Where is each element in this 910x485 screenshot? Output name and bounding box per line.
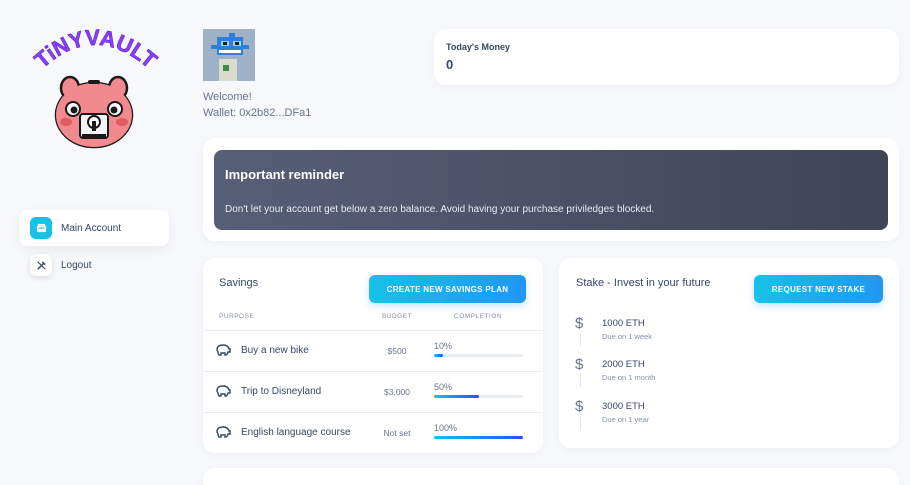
row-completion: 50% <box>434 382 453 392</box>
welcome-block: Welcome! Wallet: 0x2b82...DFa1 <box>203 89 311 121</box>
reminder-text: Don't let your account get below a zero … <box>225 204 655 215</box>
todays-money-label: Today's Money <box>446 42 510 52</box>
tools-icon <box>30 254 52 276</box>
progress-fill <box>434 354 443 357</box>
sidebar-item-label: Main Account <box>61 222 122 234</box>
progress-track <box>434 395 523 398</box>
wallet-icon <box>30 217 52 239</box>
row-budget: Not set <box>383 428 411 438</box>
piggy-bank-icon <box>216 344 231 356</box>
stake-amount: 2000 ETH <box>602 359 645 370</box>
reminder-title: Important reminder <box>225 167 345 182</box>
todays-money-value: 0 <box>446 57 454 72</box>
pixel-avatar-image <box>203 29 255 81</box>
progress-track <box>434 354 523 357</box>
bottom-card <box>203 468 899 485</box>
stake-item[interactable]: $ 3000 ETH Due on 1 year <box>575 398 775 438</box>
timeline-line <box>580 333 581 346</box>
piggy-bank-icon <box>216 426 231 438</box>
create-savings-plan-button[interactable]: CREATE NEW SAVINGS PLAN <box>369 275 526 303</box>
request-new-stake-button[interactable]: REQUEST NEW STAKE <box>754 275 883 303</box>
dollar-icon: $ <box>575 356 584 373</box>
wallet-address: Wallet: 0x2b82...DFa1 <box>203 107 312 119</box>
table-row[interactable]: Trip to Disneyland $3,000 50% <box>203 371 543 412</box>
stake-title: Stake - Invest in your future <box>576 277 711 289</box>
row-budget: $500 <box>387 346 407 356</box>
sidebar: TiNYVAULT Main Account Logout <box>0 0 190 485</box>
savings-title: Savings <box>219 277 259 289</box>
sidebar-item-main-account[interactable]: Main Account <box>19 210 169 246</box>
stake-item[interactable]: $ 1000 ETH Due on 1 week <box>575 315 775 355</box>
stake-amount: 1000 ETH <box>602 318 645 329</box>
column-header-completion: COMPLETION <box>454 313 502 320</box>
todays-money-card: Today's Money 0 <box>434 29 899 85</box>
row-purpose: Buy a new bike <box>241 345 309 356</box>
avatar[interactable] <box>203 29 255 81</box>
stake-item[interactable]: $ 2000 ETH Due on 1 month <box>575 356 775 396</box>
welcome-text: Welcome! <box>203 91 252 103</box>
row-budget: $3,000 <box>384 387 410 397</box>
timeline-line <box>580 416 581 429</box>
stake-due: Due on 1 month <box>602 373 656 382</box>
row-completion: 10% <box>434 341 453 351</box>
progress-fill <box>434 436 523 439</box>
reminder-card: Important reminder Don't let your accoun… <box>203 138 899 241</box>
column-header-budget: BUDGET <box>381 313 413 320</box>
tinyvault-logo[interactable]: TiNYVAULT <box>22 22 167 152</box>
row-purpose: Trip to Disneyland <box>241 386 322 397</box>
stake-due: Due on 1 year <box>602 415 650 424</box>
timeline-line <box>580 374 581 387</box>
stake-amount: 3000 ETH <box>602 401 645 412</box>
progress-track <box>434 436 523 439</box>
sidebar-item-logout[interactable]: Logout <box>19 247 169 283</box>
progress-fill <box>434 395 479 398</box>
row-purpose: English language course <box>241 427 351 438</box>
reminder-banner: Important reminder Don't let your accoun… <box>214 150 888 230</box>
dollar-icon: $ <box>575 315 584 332</box>
dollar-icon: $ <box>575 398 584 415</box>
column-header-purpose: PURPOSE <box>219 313 255 320</box>
table-row[interactable]: Buy a new bike $500 10% <box>203 330 543 371</box>
stake-due: Due on 1 week <box>602 332 653 341</box>
piggy-bank-icon <box>216 385 231 397</box>
svg-text:TiNYVAULT: TiNYVAULT <box>30 25 163 74</box>
row-completion: 100% <box>434 423 458 433</box>
table-row[interactable]: English language course Not set 100% <box>203 412 543 453</box>
sidebar-item-label: Logout <box>61 259 92 271</box>
